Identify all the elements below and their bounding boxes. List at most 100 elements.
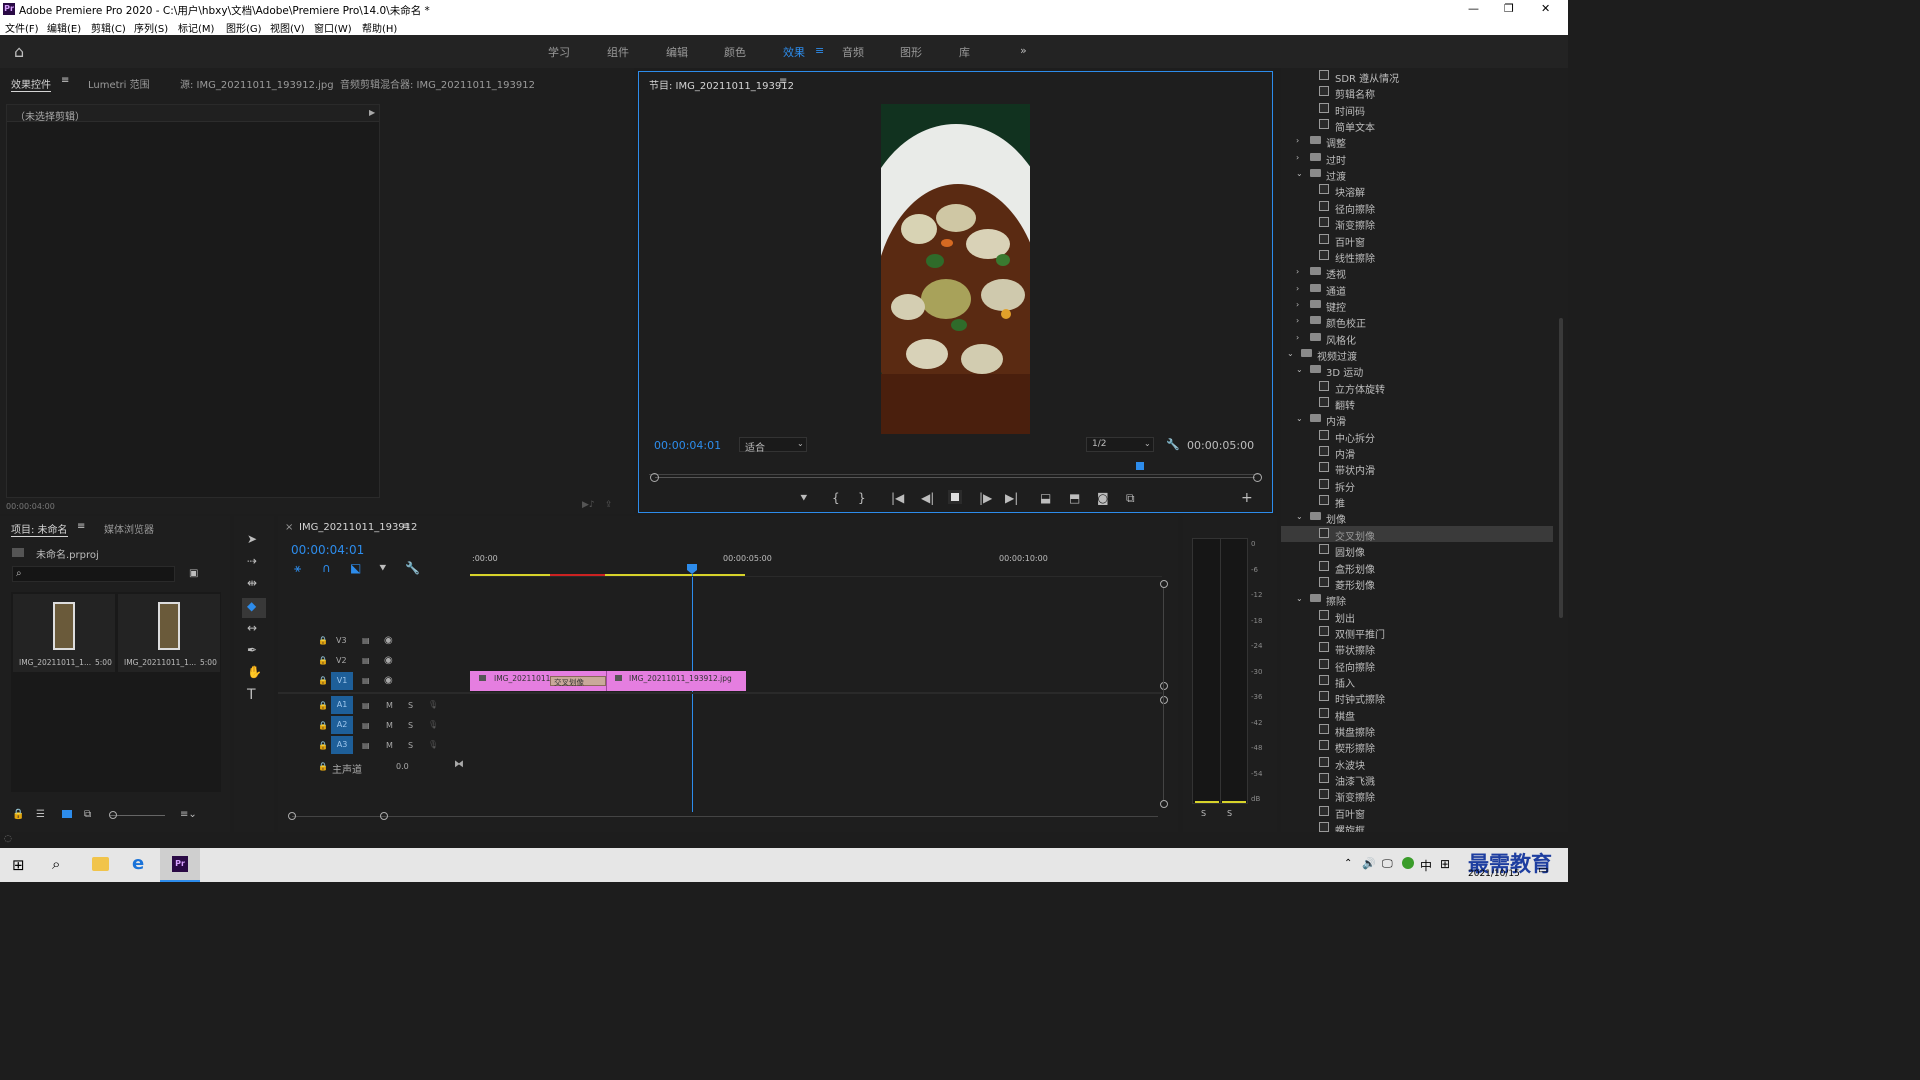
solo-left-button[interactable]: S bbox=[1201, 809, 1206, 818]
menu-sequence[interactable]: 序列(S) bbox=[134, 20, 168, 35]
effect-item[interactable]: 中心拆分 bbox=[1281, 428, 1553, 445]
project-item[interactable]: IMG_20211011_1... 5:00 bbox=[13, 594, 115, 672]
track-label-a3[interactable]: A3 bbox=[331, 736, 353, 754]
effect-item[interactable]: 棋盘擦除 bbox=[1281, 722, 1553, 739]
go-to-in-icon[interactable]: |◀ bbox=[891, 491, 904, 505]
panel-menu-icon[interactable]: ≡ bbox=[61, 75, 69, 86]
effect-item[interactable]: 水波块 bbox=[1281, 755, 1553, 772]
edge-browser-icon[interactable]: e bbox=[132, 853, 144, 874]
program-ruler[interactable] bbox=[649, 465, 1261, 475]
zoom-left-handle[interactable] bbox=[288, 812, 296, 820]
master-volume-value[interactable]: 0.0 bbox=[396, 762, 409, 771]
chevron-right-icon[interactable]: › bbox=[1296, 267, 1299, 276]
eye-icon[interactable]: ◉ bbox=[384, 655, 393, 666]
zoom-left-handle[interactable] bbox=[650, 473, 659, 482]
effects-folder[interactable]: › 通道 bbox=[1281, 281, 1553, 298]
eye-icon[interactable]: ◉ bbox=[384, 635, 393, 646]
effects-folder[interactable]: › 调整 bbox=[1281, 133, 1553, 150]
effect-item[interactable]: 渐变擦除 bbox=[1281, 787, 1553, 804]
slider-handle[interactable] bbox=[109, 811, 117, 819]
lock-icon[interactable]: 🔒 bbox=[318, 762, 328, 771]
keyboard-layout-icon[interactable]: ⊞ bbox=[1440, 857, 1450, 871]
effects-folder[interactable]: ⌄ 过渡 bbox=[1281, 166, 1553, 183]
wrench-icon[interactable]: 🔧 bbox=[1166, 438, 1180, 451]
effect-item[interactable]: 楔形擦除 bbox=[1281, 738, 1553, 755]
effect-item[interactable]: 立方体旋转 bbox=[1281, 379, 1553, 396]
resolution-dropdown[interactable]: 1/2 ⌄ bbox=[1086, 437, 1154, 452]
effect-item[interactable]: 插入 bbox=[1281, 673, 1553, 690]
effect-item[interactable]: 线性擦除 bbox=[1281, 248, 1553, 265]
workspace-menu-icon[interactable]: ≡ bbox=[815, 44, 824, 57]
effect-item[interactable]: 简单文本 bbox=[1281, 117, 1553, 134]
sync-lock-icon[interactable]: ▤ bbox=[362, 656, 370, 665]
filter-icon[interactable]: ▶♪ bbox=[582, 500, 595, 510]
effect-item[interactable]: 时间码 bbox=[1281, 101, 1553, 118]
sync-lock-icon[interactable]: ▤ bbox=[362, 701, 370, 710]
mic-icon[interactable]: 🎙 bbox=[428, 720, 438, 729]
menu-edit[interactable]: 编辑(E) bbox=[47, 20, 81, 35]
workspace-color[interactable]: 颜色 bbox=[724, 44, 746, 60]
hand-tool-icon[interactable]: ✋ bbox=[247, 665, 262, 679]
mute-button[interactable]: M bbox=[386, 741, 393, 750]
ripple-edit-tool-icon[interactable]: ⇹ bbox=[247, 576, 257, 590]
effects-folder[interactable]: ⌄ 内滑 bbox=[1281, 411, 1553, 428]
menu-window[interactable]: 窗口(W) bbox=[314, 20, 352, 35]
timeline-ruler[interactable]: :00:00 00:00:05:00 00:00:10:00 bbox=[470, 546, 1160, 576]
extract-icon[interactable]: ⬒ bbox=[1069, 491, 1080, 505]
mute-button[interactable]: M bbox=[386, 701, 393, 710]
effect-item[interactable]: 带状擦除 bbox=[1281, 640, 1553, 657]
solo-button[interactable]: S bbox=[408, 701, 413, 710]
lock-icon[interactable]: 🔒 bbox=[318, 721, 328, 730]
selection-tool-icon[interactable]: ➤ bbox=[247, 532, 257, 546]
zoom-bar[interactable] bbox=[655, 477, 1255, 478]
effect-item[interactable]: 划出 bbox=[1281, 608, 1553, 625]
network-icon[interactable]: 🖵 bbox=[1382, 857, 1393, 871]
solo-button[interactable]: S bbox=[408, 741, 413, 750]
chevron-down-icon[interactable]: ⌄ bbox=[1287, 349, 1294, 358]
lock-icon[interactable]: 🔒 bbox=[12, 809, 24, 820]
effects-folder[interactable]: ⌄ 擦除 bbox=[1281, 591, 1553, 608]
track-label-v3[interactable]: V3 bbox=[336, 636, 347, 645]
track-label-a2[interactable]: A2 bbox=[331, 716, 353, 734]
new-bin-icon[interactable]: ▣ bbox=[189, 568, 198, 579]
program-playhead[interactable] bbox=[1136, 462, 1144, 470]
solo-right-button[interactable]: S bbox=[1227, 809, 1232, 818]
zoom-right-handle[interactable] bbox=[380, 812, 388, 820]
sync-lock-icon[interactable]: ▤ bbox=[362, 636, 370, 645]
mark-in-icon[interactable]: { bbox=[832, 491, 840, 505]
wrench-icon[interactable]: 🔧 bbox=[405, 561, 420, 575]
project-search-input[interactable]: ⌕ bbox=[12, 566, 175, 582]
effects-folder[interactable]: ⌄ 视频过渡 bbox=[1281, 346, 1553, 363]
effect-item[interactable]: 径向擦除 bbox=[1281, 199, 1553, 216]
effect-item[interactable]: 径向擦除 bbox=[1281, 657, 1553, 674]
chevron-right-icon[interactable]: › bbox=[1296, 153, 1299, 162]
go-to-end-icon[interactable]: ⧓ bbox=[454, 759, 464, 770]
chevron-right-icon[interactable]: › bbox=[1296, 316, 1299, 325]
tab-project[interactable]: 项目: 未命名 bbox=[11, 521, 68, 537]
track-label-a1[interactable]: A1 bbox=[331, 696, 353, 714]
chevron-right-icon[interactable]: › bbox=[1296, 300, 1299, 309]
lock-icon[interactable]: 🔒 bbox=[318, 741, 328, 750]
menu-file[interactable]: 文件(F) bbox=[5, 20, 39, 35]
effect-item[interactable]: 菱形划像 bbox=[1281, 575, 1553, 592]
workspace-assembly[interactable]: 组件 bbox=[607, 44, 629, 60]
effect-item[interactable]: SDR 遵从情况 bbox=[1281, 68, 1553, 85]
timeline-menu-icon[interactable]: ≡ bbox=[402, 521, 410, 532]
effect-item[interactable]: 百叶窗 bbox=[1281, 804, 1553, 821]
minimize-icon[interactable]: — bbox=[1468, 2, 1479, 15]
icon-view-icon[interactable] bbox=[62, 810, 72, 818]
menu-clip[interactable]: 剪辑(C) bbox=[91, 20, 126, 35]
workspace-learn[interactable]: 学习 bbox=[548, 44, 570, 60]
chevron-right-icon[interactable]: › bbox=[1296, 284, 1299, 293]
vertical-zoom-handle[interactable] bbox=[1160, 580, 1168, 588]
effects-folder[interactable]: › 颜色校正 bbox=[1281, 313, 1553, 330]
project-item[interactable]: IMG_20211011_1... 5:00 bbox=[118, 594, 220, 672]
effect-item[interactable]: 翻转 bbox=[1281, 395, 1553, 412]
effect-item[interactable]: 内滑 bbox=[1281, 444, 1553, 461]
go-to-out-icon[interactable]: ▶| bbox=[1005, 491, 1018, 505]
effects-folder[interactable]: › 过时 bbox=[1281, 150, 1553, 167]
chevron-right-icon[interactable]: › bbox=[1296, 136, 1299, 145]
close-icon[interactable]: ✕ bbox=[1541, 2, 1550, 15]
close-sequence-icon[interactable]: × bbox=[285, 522, 293, 533]
timeline-timecode[interactable]: 00:00:04:01 bbox=[291, 543, 364, 557]
